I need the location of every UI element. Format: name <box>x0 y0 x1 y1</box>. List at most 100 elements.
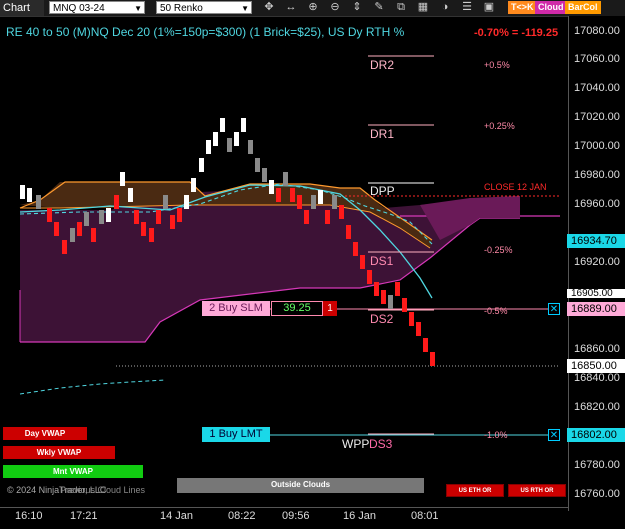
current-price-marker: 16934.70 <box>567 234 625 248</box>
cloud-button[interactable]: Cloud <box>535 1 567 14</box>
renko-brick <box>156 210 161 224</box>
renko-brick <box>128 188 133 202</box>
indicators-icon[interactable]: ⧉ <box>392 1 410 14</box>
close-order-icon[interactable]: ✕ <box>548 303 560 315</box>
price-tick: 17040.00 <box>574 82 620 94</box>
renko-brick <box>134 210 139 224</box>
renko-brick <box>47 208 52 222</box>
renko-brick <box>20 185 25 199</box>
renko-brick <box>184 195 189 209</box>
renko-brick <box>297 195 302 209</box>
us-rth-or-button[interactable]: US RTH OR <box>508 484 566 497</box>
chart-title: RE 40 to 50 (M)NQ Dec 20 (1%=150p=$300) … <box>6 25 405 39</box>
level-wpp: WPP <box>342 437 370 451</box>
renko-brick <box>276 188 281 202</box>
buy-slm-order[interactable]: 2 Buy SLM <box>202 301 270 316</box>
renko-brick <box>353 242 358 256</box>
zoom-out-icon[interactable]: ⊖ <box>326 1 344 14</box>
price-tick: 17020.00 <box>574 111 620 123</box>
bar-type-selector[interactable]: 50 Renko ▼ <box>156 1 252 14</box>
order-price[interactable]: 39.25 <box>271 301 323 316</box>
renko-brick <box>374 282 379 296</box>
renko-brick <box>381 290 386 304</box>
renko-brick <box>248 140 253 154</box>
bar-type-value: 50 Renko <box>160 3 203 14</box>
price-tick: 16980.00 <box>574 169 620 181</box>
renko-brick <box>360 255 365 269</box>
level-ds1: DS1 <box>370 254 394 268</box>
price-tick: 16840.00 <box>574 372 620 384</box>
renko-brick <box>388 295 393 309</box>
order-qty[interactable]: 1 <box>323 301 337 316</box>
trader-icon[interactable]: ◑ <box>436 1 454 14</box>
data-box-icon[interactable]: ▦ <box>414 1 432 14</box>
renko-brick <box>311 195 316 209</box>
time-tick: 17:21 <box>70 510 98 522</box>
order-price-marker: 16889.00 <box>567 302 625 316</box>
partial-price-marker: 16905.00 <box>567 289 625 298</box>
properties-icon[interactable]: ☰ <box>458 1 476 14</box>
renko-brick <box>367 270 372 284</box>
renko-brick <box>36 195 41 209</box>
renko-brick <box>177 208 182 222</box>
instrument-selector[interactable]: MNQ 03-24 ▼ <box>49 1 145 14</box>
renko-brick <box>141 222 146 236</box>
pct-dr1: +0.25% <box>484 121 515 131</box>
bar-width-icon[interactable]: ⇕ <box>348 1 366 14</box>
time-tick: 14 Jan <box>160 510 194 522</box>
barcol-button[interactable]: BarCol <box>565 1 601 14</box>
renko-brick <box>234 132 239 146</box>
cursor-icon[interactable]: ✥ <box>260 1 278 14</box>
renko-brick <box>423 338 428 352</box>
level-dpp: DPP <box>370 184 395 198</box>
renko-brick <box>290 188 295 202</box>
level-ds3: DS3 <box>369 437 393 451</box>
renko-brick <box>149 228 154 242</box>
renko-brick <box>77 222 82 236</box>
renko-brick <box>269 180 274 194</box>
pct-dr2: +0.5% <box>484 60 510 70</box>
renko-brick <box>199 158 204 172</box>
renko-brick <box>346 225 351 239</box>
price-tick: 16780.00 <box>574 459 620 471</box>
outside-clouds-label: Outside Clouds <box>270 480 331 489</box>
close-order-icon[interactable]: ✕ <box>548 429 560 441</box>
tk-button[interactable]: T<>K <box>508 1 537 14</box>
level-ds2: DS2 <box>370 312 394 326</box>
pct-ds3: -1.0% <box>484 430 508 440</box>
close-label: CLOSE 12 JAN <box>484 182 547 192</box>
renko-brick <box>62 240 67 254</box>
price-tick: 17000.00 <box>574 140 620 152</box>
snapshot-icon[interactable]: ▣ <box>480 1 498 14</box>
limit-price-marker: 16802.00 <box>567 428 625 442</box>
buy-lmt-order[interactable]: 1 Buy LMT <box>202 427 270 442</box>
price-tick: 17060.00 <box>574 53 620 65</box>
renko-brick <box>283 172 288 186</box>
zoom-in-icon[interactable]: ⊕ <box>304 1 322 14</box>
day-vwap-button[interactable]: Day VWAP <box>3 427 87 440</box>
price-tick: 16820.00 <box>574 401 620 413</box>
renko-brick <box>106 208 111 222</box>
time-tick: 08:22 <box>228 510 256 522</box>
renko-brick <box>430 352 435 366</box>
pen-icon[interactable]: ✎ <box>370 1 388 14</box>
pan-icon[interactable]: ↔ <box>282 1 300 14</box>
monthly-vwap-button[interactable]: Mnt VWAP <box>3 465 143 478</box>
level-dr1: DR1 <box>370 127 395 141</box>
weekly-vwap-button[interactable]: Wkly VWAP <box>3 446 115 459</box>
renko-brick <box>339 205 344 219</box>
pnl-readout: -0.70% = -119.25 <box>474 27 559 39</box>
renko-brick <box>27 188 32 202</box>
chart-tab[interactable]: Chart <box>0 0 44 16</box>
renko-brick <box>395 282 400 296</box>
renko-brick <box>191 178 196 192</box>
legend-text: Previous Cloud Lines <box>60 485 146 495</box>
time-tick: 16:10 <box>15 510 43 522</box>
renko-brick <box>241 118 246 132</box>
time-tick: 08:01 <box>411 510 439 522</box>
time-tick: 16 Jan <box>343 510 377 522</box>
renko-brick <box>120 172 125 186</box>
us-eth-or-button[interactable]: US ETH OR <box>446 484 504 497</box>
renko-brick <box>262 168 267 182</box>
renko-brick <box>84 212 89 226</box>
